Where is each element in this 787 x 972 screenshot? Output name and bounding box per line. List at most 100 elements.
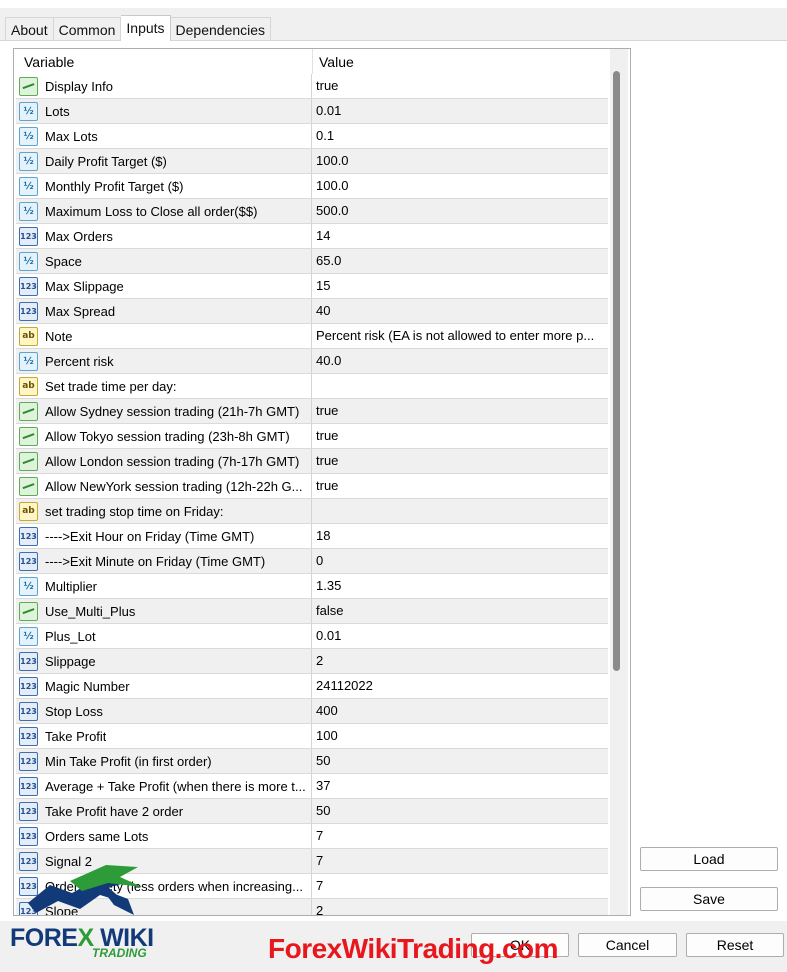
type-glyph: 123 [20, 556, 37, 566]
tab-dependencies[interactable]: Dependencies [170, 17, 272, 41]
value-cell[interactable]: 400 [312, 699, 608, 723]
table-row[interactable]: Allow Tokyo session trading (23h-8h GMT)… [16, 424, 608, 449]
table-row[interactable]: ½ Percent risk 40.0 [16, 349, 608, 374]
table-row[interactable]: 123 Average + Take Profit (when there is … [16, 774, 608, 799]
table-row[interactable]: 123 Max Spread 40 [16, 299, 608, 324]
value-cell[interactable]: Percent risk (EA is not allowed to enter… [312, 324, 608, 348]
value-cell[interactable]: 500.0 [312, 199, 608, 223]
value-cell[interactable]: 2 [312, 649, 608, 673]
value-cell[interactable]: 50 [312, 799, 608, 823]
variable-cell: ½ Maximum Loss to Close all order($$) [16, 199, 312, 223]
variable-cell: 123 Take Profit have 2 order [16, 799, 312, 823]
value-cell[interactable]: 0 [312, 549, 608, 573]
value-cell[interactable]: 7 [312, 824, 608, 848]
table-row[interactable]: ½ Lots 0.01 [16, 99, 608, 124]
variable-cell: Use_Multi_Plus [16, 599, 312, 623]
table-row[interactable]: Use_Multi_Plus false [16, 599, 608, 624]
column-header-variable[interactable]: Variable [16, 49, 312, 74]
value-cell[interactable]: 0.01 [312, 99, 608, 123]
table-row[interactable]: ½ Maximum Loss to Close all order($$) 500.… [16, 199, 608, 224]
table-row[interactable]: 123 Max Slippage 15 [16, 274, 608, 299]
table-row[interactable]: ½ Max Lots 0.1 [16, 124, 608, 149]
value-cell[interactable]: 24112022 [312, 674, 608, 698]
value-cell[interactable]: 40 [312, 299, 608, 323]
table-row[interactable]: 123 Stop Loss 400 [16, 699, 608, 724]
table-row[interactable]: ½ Plus_Lot 0.01 [16, 624, 608, 649]
table-row[interactable]: 123 Max Orders 14 [16, 224, 608, 249]
tab-common[interactable]: Common [53, 17, 122, 41]
value-cell[interactable]: 2 [312, 899, 608, 915]
variable-name: set trading stop time on Friday: [45, 503, 224, 519]
tab-bar: About Common Inputs Dependencies [5, 15, 272, 41]
value-cell[interactable]: 37 [312, 774, 608, 798]
value-cell[interactable]: 14 [312, 224, 608, 248]
value-cell[interactable]: 65.0 [312, 249, 608, 273]
table-row[interactable]: ab set trading stop time on Friday: [16, 499, 608, 524]
value-cell[interactable]: true [312, 449, 608, 473]
table-row[interactable]: Display Info true [16, 74, 608, 99]
table-row[interactable]: 123 Min Take Profit (in first order) 50 [16, 749, 608, 774]
value-cell[interactable]: 7 [312, 849, 608, 873]
cancel-button[interactable]: Cancel [578, 933, 677, 957]
table-row[interactable]: 123 Magic Number 24112022 [16, 674, 608, 699]
table-row[interactable]: ab Set trade time per day: [16, 374, 608, 399]
tab-inputs[interactable]: Inputs [121, 15, 171, 41]
table-row[interactable]: ½ Multiplier 1.35 [16, 574, 608, 599]
value-cell[interactable]: 100 [312, 724, 608, 748]
value-cell[interactable]: true [312, 74, 608, 98]
table-row[interactable]: ½ Monthly Profit Target ($) 100.0 [16, 174, 608, 199]
variable-name: Set trade time per day: [45, 378, 177, 394]
tab-about[interactable]: About [5, 17, 54, 41]
value-cell[interactable] [312, 499, 608, 523]
table-row[interactable]: 123 ---->Exit Minute on Friday (Time GMT)… [16, 549, 608, 574]
grid-header: Variable Value [16, 49, 608, 74]
value-cell[interactable]: 40.0 [312, 349, 608, 373]
value-cell[interactable]: 0.01 [312, 624, 608, 648]
value-cell[interactable]: 50 [312, 749, 608, 773]
type-glyph: 123 [20, 731, 37, 741]
value-cell[interactable]: 100.0 [312, 149, 608, 173]
variable-name: Daily Profit Target ($) [45, 153, 167, 169]
type-glyph: ½ [23, 180, 34, 192]
load-button[interactable]: Load [640, 847, 778, 871]
integer-icon: 123 [19, 276, 38, 296]
table-row[interactable]: Allow NewYork session trading (12h-22h G… [16, 474, 608, 499]
table-row[interactable]: 123 Orders same Lots 7 [16, 824, 608, 849]
table-row[interactable]: Allow Sydney session trading (21h-7h GMT… [16, 399, 608, 424]
table-row[interactable]: 123 Slippage 2 [16, 649, 608, 674]
value-cell[interactable] [312, 374, 608, 398]
value-cell[interactable]: 7 [312, 874, 608, 898]
value-cell[interactable]: true [312, 474, 608, 498]
value-cell[interactable]: 18 [312, 524, 608, 548]
value-cell[interactable]: true [312, 399, 608, 423]
table-row[interactable]: 123 ---->Exit Hour on Friday (Time GMT) 18 [16, 524, 608, 549]
value-cell[interactable]: true [312, 424, 608, 448]
column-header-value[interactable]: Value [312, 49, 608, 74]
value-cell[interactable]: 1.35 [312, 574, 608, 598]
table-row[interactable]: ½ Daily Profit Target ($) 100.0 [16, 149, 608, 174]
vertical-scrollbar[interactable] [610, 49, 628, 915]
value-cell[interactable]: false [312, 599, 608, 623]
table-row[interactable]: ½ Space 65.0 [16, 249, 608, 274]
value-cell[interactable]: 15 [312, 274, 608, 298]
variable-name: Monthly Profit Target ($) [45, 178, 184, 194]
table-row[interactable]: 123 Take Profit have 2 order 50 [16, 799, 608, 824]
scrollbar-thumb[interactable] [613, 71, 620, 671]
integer-icon: 123 [19, 801, 38, 821]
type-glyph: 123 [20, 806, 37, 816]
variable-cell: 123 Stop Loss [16, 699, 312, 723]
value-cell[interactable]: 0.1 [312, 124, 608, 148]
reset-button[interactable]: Reset [686, 933, 784, 957]
value-cell[interactable]: 100.0 [312, 174, 608, 198]
variable-name: Stop Loss [45, 703, 103, 719]
save-button[interactable]: Save [640, 887, 778, 911]
logo-text-fore: FORE [10, 924, 78, 952]
integer-icon: 123 [19, 301, 38, 321]
variable-name: Magic Number [45, 678, 130, 694]
table-row[interactable]: Allow London session trading (7h-17h GMT… [16, 449, 608, 474]
table-row[interactable]: ab Note Percent risk (EA is not allowed to… [16, 324, 608, 349]
table-row[interactable]: 123 Take Profit 100 [16, 724, 608, 749]
bool-icon [19, 451, 38, 471]
variable-name: Plus_Lot [45, 628, 96, 644]
variable-name: Take Profit [45, 728, 107, 744]
